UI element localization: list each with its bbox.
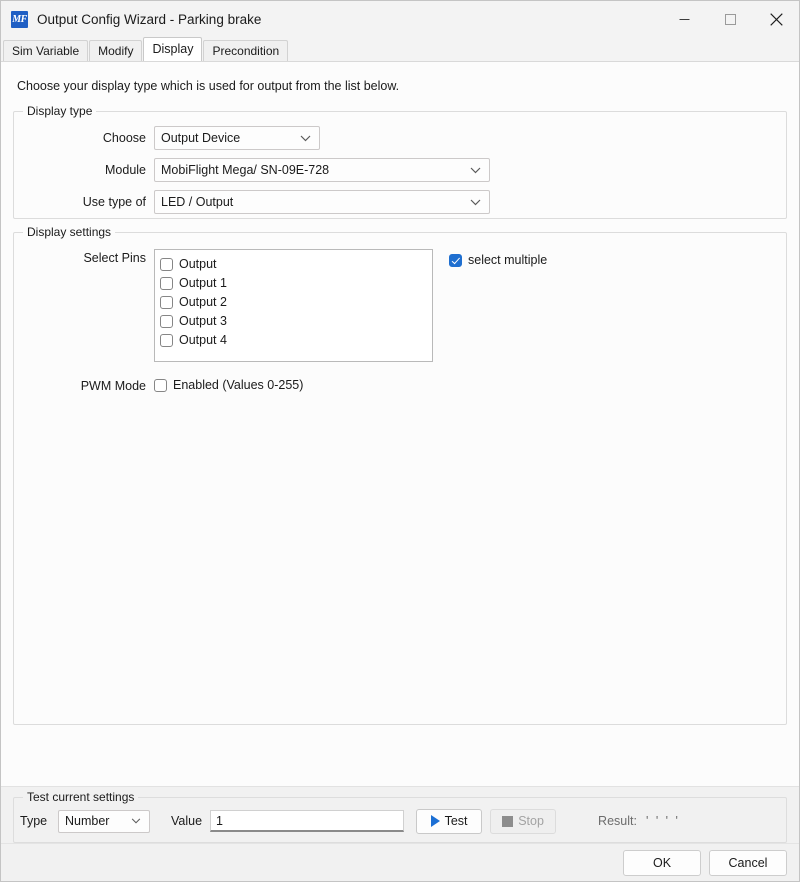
display-settings-group: Display settings Select Pins Output Outp… bbox=[13, 232, 787, 725]
test-type-label: Type bbox=[20, 814, 54, 828]
pin-item-output-2[interactable]: Output 2 bbox=[160, 293, 432, 311]
stop-button[interactable]: Stop bbox=[490, 809, 556, 834]
test-value-label: Value bbox=[171, 814, 202, 828]
module-value: MobiFlight Mega/ SN-09E-728 bbox=[161, 163, 329, 177]
choose-value: Output Device bbox=[161, 131, 240, 145]
display-type-group-title: Display type bbox=[23, 104, 96, 118]
pwm-enabled-label: Enabled (Values 0-255) bbox=[173, 378, 303, 392]
select-multiple-checkbox[interactable] bbox=[449, 254, 462, 267]
pin-label-output-4: Output 4 bbox=[179, 333, 227, 347]
tab-precondition[interactable]: Precondition bbox=[203, 40, 288, 61]
tab-modify[interactable]: Modify bbox=[89, 40, 142, 61]
maximize-button[interactable] bbox=[707, 1, 753, 38]
use-type-of-row: Use type of LED / Output bbox=[14, 190, 786, 214]
pwm-mode-label: PWM Mode bbox=[14, 379, 146, 393]
choose-combobox[interactable]: Output Device bbox=[154, 126, 320, 150]
select-pins-listbox[interactable]: Output Output 1 Output 2 Output 3 bbox=[154, 249, 433, 362]
minimize-icon bbox=[679, 14, 690, 25]
window-controls bbox=[661, 1, 799, 38]
select-multiple-row[interactable]: select multiple bbox=[449, 251, 547, 269]
test-value-input[interactable]: 1 bbox=[210, 810, 404, 832]
test-type-combobox[interactable]: Number bbox=[58, 810, 150, 833]
test-group-title: Test current settings bbox=[23, 790, 138, 804]
pin-checkbox-output-3[interactable] bbox=[160, 315, 173, 328]
chevron-down-icon bbox=[300, 127, 311, 149]
module-combobox[interactable]: MobiFlight Mega/ SN-09E-728 bbox=[154, 158, 490, 182]
test-group: Test current settings Type Number Value … bbox=[13, 797, 787, 843]
result-label: Result: bbox=[598, 814, 637, 828]
close-icon bbox=[770, 13, 783, 26]
choose-row: Choose Output Device bbox=[14, 126, 786, 150]
pin-label-output-2: Output 2 bbox=[179, 295, 227, 309]
result-value: ' ' ' ' bbox=[646, 814, 680, 828]
pin-checkbox-output-4[interactable] bbox=[160, 334, 173, 347]
pin-checkbox-output-1[interactable] bbox=[160, 277, 173, 290]
test-controls-row: Type Number Value 1 Test Stop bbox=[14, 798, 786, 844]
use-type-of-value: LED / Output bbox=[161, 195, 233, 209]
use-type-of-combobox[interactable]: LED / Output bbox=[154, 190, 490, 214]
minimize-button[interactable] bbox=[661, 1, 707, 38]
test-button[interactable]: Test bbox=[416, 809, 482, 834]
test-current-settings-panel: Test current settings Type Number Value … bbox=[1, 787, 799, 843]
window-title: Output Config Wizard - Parking brake bbox=[37, 12, 261, 27]
intro-text: Choose your display type which is used f… bbox=[13, 62, 787, 93]
mobiflight-logo-icon: MF bbox=[11, 11, 28, 28]
pin-item-output[interactable]: Output bbox=[160, 255, 432, 273]
display-type-group: Display type Choose Output Device Module… bbox=[13, 111, 787, 219]
pin-item-output-1[interactable]: Output 1 bbox=[160, 274, 432, 292]
choose-label: Choose bbox=[14, 131, 146, 145]
stop-icon bbox=[502, 816, 513, 827]
test-type-value: Number bbox=[65, 814, 109, 828]
maximize-icon bbox=[725, 14, 736, 25]
pwm-mode-row: PWM Mode Enabled (Values 0-255) bbox=[14, 376, 786, 395]
pin-label-output-3: Output 3 bbox=[179, 314, 227, 328]
select-pins-row: Select Pins Output Output 1 Output 2 bbox=[14, 249, 786, 362]
close-button[interactable] bbox=[753, 1, 799, 38]
module-row: Module MobiFlight Mega/ SN-09E-728 bbox=[14, 158, 786, 182]
stop-button-label: Stop bbox=[518, 814, 544, 828]
pin-label-output-1: Output 1 bbox=[179, 276, 227, 290]
pin-item-output-4[interactable]: Output 4 bbox=[160, 331, 432, 349]
module-label: Module bbox=[14, 163, 146, 177]
pin-item-output-3[interactable]: Output 3 bbox=[160, 312, 432, 330]
display-tab-panel: Choose your display type which is used f… bbox=[1, 62, 799, 786]
pin-checkbox-output-2[interactable] bbox=[160, 296, 173, 309]
tab-bar: Sim Variable Modify Display Precondition bbox=[1, 38, 799, 62]
pwm-enabled-checkbox[interactable] bbox=[154, 379, 167, 392]
select-multiple-label: select multiple bbox=[468, 253, 547, 267]
dialog-footer: OK Cancel bbox=[1, 843, 799, 881]
chevron-down-icon bbox=[131, 811, 141, 832]
tab-sim-variable[interactable]: Sim Variable bbox=[3, 40, 88, 61]
use-type-of-label: Use type of bbox=[14, 195, 146, 209]
select-pins-label: Select Pins bbox=[14, 249, 146, 265]
pin-checkbox-output[interactable] bbox=[160, 258, 173, 271]
play-icon bbox=[431, 815, 440, 827]
title-bar: MF Output Config Wizard - Parking brake bbox=[1, 1, 799, 38]
chevron-down-icon bbox=[470, 191, 481, 213]
cancel-button[interactable]: Cancel bbox=[709, 850, 787, 876]
display-settings-group-title: Display settings bbox=[23, 225, 115, 239]
tab-display[interactable]: Display bbox=[143, 37, 202, 61]
pwm-enabled-row[interactable]: Enabled (Values 0-255) bbox=[154, 376, 303, 394]
test-button-label: Test bbox=[445, 814, 468, 828]
chevron-down-icon bbox=[470, 159, 481, 181]
ok-button[interactable]: OK bbox=[623, 850, 701, 876]
pin-label-output: Output bbox=[179, 257, 217, 271]
output-config-wizard-window: MF Output Config Wizard - Parking brake bbox=[0, 0, 800, 882]
